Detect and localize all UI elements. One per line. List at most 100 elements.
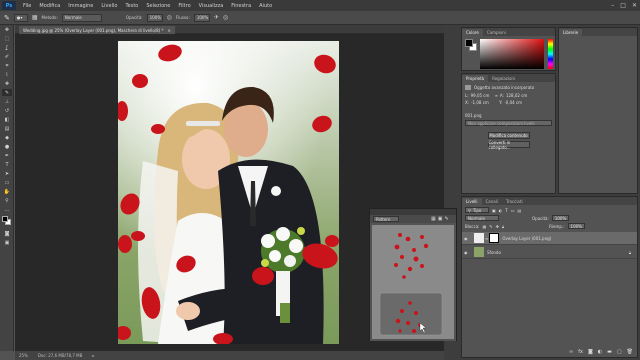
menu-testo[interactable]: Testo: [121, 3, 142, 9]
opacity-input[interactable]: 100%: [551, 215, 570, 221]
trash-icon[interactable]: 🗑︎: [627, 349, 633, 355]
zoom-level[interactable]: 25%: [19, 353, 28, 358]
blend-mode-select[interactable]: Normale: [465, 215, 499, 221]
filter-type-icon[interactable]: T: [505, 208, 507, 213]
foreground-color-swatch[interactable]: [2, 216, 8, 222]
gradient-tool-icon[interactable]: ▤: [2, 125, 12, 132]
menu-livello[interactable]: Livello: [97, 3, 121, 9]
foreground-swatch[interactable]: [465, 39, 473, 47]
height-value[interactable]: 128,02 cm: [506, 93, 527, 98]
menu-modifica[interactable]: Modifica: [35, 3, 64, 9]
menu-visualizza[interactable]: Visualizza: [195, 3, 228, 9]
history-brush-icon[interactable]: ↺: [2, 107, 12, 114]
fill-input[interactable]: 100%: [567, 223, 585, 229]
menu-aiuto[interactable]: Aiuto: [255, 3, 276, 9]
minimize-button[interactable]: –: [611, 2, 614, 9]
lasso-tool-icon[interactable]: ʆ: [2, 44, 12, 51]
filter-smart-icon[interactable]: ▤: [518, 208, 522, 213]
x-value[interactable]: -1,08 cm: [471, 100, 497, 105]
tab-canali[interactable]: Canali: [482, 198, 502, 205]
brush-tool-icon-side[interactable]: ✎: [2, 89, 12, 96]
document-tab[interactable]: Wedding.jpg @ 25% (Overlay Layer (001.pn…: [19, 26, 175, 34]
lock-move-icon[interactable]: ✥: [496, 224, 499, 229]
menu-immagine[interactable]: Immagine: [64, 3, 97, 9]
tab-colore[interactable]: Colore: [462, 29, 483, 36]
close-tab-icon[interactable]: ×: [168, 28, 171, 33]
pressure-opacity-icon[interactable]: ◎: [167, 14, 172, 21]
blur-tool-icon[interactable]: ◆: [2, 134, 12, 141]
fx-icon[interactable]: fx: [578, 349, 583, 355]
move-tool-icon[interactable]: ✥: [2, 26, 12, 33]
menu-file[interactable]: File: [19, 3, 35, 9]
menu-filtro[interactable]: Filtro: [174, 3, 194, 9]
width-value[interactable]: 99,05 cm: [471, 93, 493, 98]
convert-to-linked-button[interactable]: Converti in collegato...: [487, 140, 530, 150]
layer-row[interactable]: ◉ ∞ Overlay Layer (001.png): [462, 232, 637, 245]
zoom-tool-icon[interactable]: ⚲: [2, 197, 12, 204]
color-picker-field[interactable]: [480, 39, 544, 69]
menu-selezione[interactable]: Selezione: [142, 3, 174, 9]
healing-tool-icon[interactable]: ✚: [2, 80, 12, 87]
tab-regolazioni[interactable]: Regolazioni: [488, 75, 519, 82]
color-swatches[interactable]: [0, 215, 13, 229]
pattern-grid-icon[interactable]: ▣: [438, 216, 443, 222]
crop-tool-icon[interactable]: ⌗: [2, 62, 12, 69]
y-value[interactable]: -0,04 cm: [504, 100, 522, 105]
layer-row[interactable]: ◉ Sfondo 🔒︎: [462, 246, 637, 259]
layer-mask-thumbnail[interactable]: [489, 233, 500, 243]
visibility-eye-icon[interactable]: ◉: [464, 236, 472, 241]
opacita-input[interactable]: 100%: [146, 13, 163, 22]
filter-adjust-icon[interactable]: ◐: [499, 208, 503, 213]
maximize-button[interactable]: □: [620, 2, 626, 9]
close-button[interactable]: ✕: [632, 2, 637, 9]
pressure-size-icon[interactable]: ◎: [223, 14, 228, 21]
type-tool-icon[interactable]: T: [2, 161, 12, 168]
stamp-tool-icon[interactable]: ⊥: [2, 98, 12, 105]
link-layers-icon[interactable]: ∞: [569, 349, 573, 355]
adjustment-layer-icon[interactable]: ◐: [598, 349, 602, 355]
lock-paint-icon[interactable]: ✎: [489, 224, 492, 229]
marquee-tool-icon[interactable]: ⬚: [2, 35, 12, 42]
metodo-select[interactable]: Normale: [61, 13, 102, 22]
brush-tool-icon[interactable]: ✎: [4, 14, 10, 22]
add-mask-icon[interactable]: ◙: [588, 349, 593, 355]
quick-select-tool-icon[interactable]: ✐: [2, 53, 12, 60]
tab-proprieta[interactable]: Proprietà: [462, 75, 489, 82]
shape-tool-icon[interactable]: ▭: [2, 179, 12, 186]
screen-mode-icon[interactable]: ▣: [2, 239, 12, 246]
menu-finestra[interactable]: Finestra: [227, 3, 255, 9]
pen-tool-icon[interactable]: ✒: [2, 152, 12, 159]
layer-filter-select[interactable]: ⚲ Tipo: [465, 207, 489, 213]
more-tools-icon[interactable]: …: [2, 206, 12, 213]
tab-livelli[interactable]: Livelli: [462, 198, 482, 205]
pattern-brush-icon[interactable]: ✎: [444, 216, 448, 222]
brush-panel-icon[interactable]: ▦: [32, 14, 38, 21]
new-layer-icon[interactable]: ▢: [617, 349, 622, 355]
filter-shape-icon[interactable]: ▭: [511, 208, 515, 213]
dodge-tool-icon[interactable]: ●: [2, 143, 12, 150]
pattern-select[interactable]: Pattern: [373, 216, 399, 222]
filter-pixel-icon[interactable]: ▣: [492, 208, 496, 213]
tab-tracciati[interactable]: Tracciati: [502, 198, 527, 205]
quick-mask-icon[interactable]: ◙: [2, 230, 12, 237]
tab-librerie[interactable]: Librerie: [559, 29, 583, 36]
group-folder-icon[interactable]: ▬: [607, 349, 612, 355]
tab-campioni[interactable]: Campioni: [483, 29, 510, 36]
lock-all-icon[interactable]: 🔒︎: [502, 224, 504, 229]
status-arrow-icon[interactable]: ▸: [92, 353, 94, 358]
path-select-tool-icon[interactable]: ➤: [2, 170, 12, 177]
fg-bg-swatches[interactable]: [465, 39, 477, 51]
visibility-eye-icon[interactable]: ◉: [464, 250, 472, 255]
hand-tool-icon[interactable]: ✋: [2, 188, 12, 195]
pattern-preview-window[interactable]: Pattern ▦ ▣ ✎: [369, 208, 457, 341]
lock-pixels-icon[interactable]: ▦: [483, 224, 487, 229]
edit-contents-button[interactable]: Modifica contenuto: [487, 132, 530, 139]
airbrush-icon[interactable]: ✈: [214, 14, 219, 21]
link-icon[interactable]: ∞: [495, 93, 498, 98]
flusso-input[interactable]: 100%: [193, 13, 210, 22]
wedding-photo[interactable]: [118, 41, 339, 344]
pattern-options-icon[interactable]: ▦: [431, 216, 436, 222]
eyedropper-tool-icon[interactable]: ⌇: [2, 71, 12, 78]
hue-slider[interactable]: [548, 39, 553, 69]
brush-size-picker[interactable]: ●▾: [13, 13, 28, 22]
